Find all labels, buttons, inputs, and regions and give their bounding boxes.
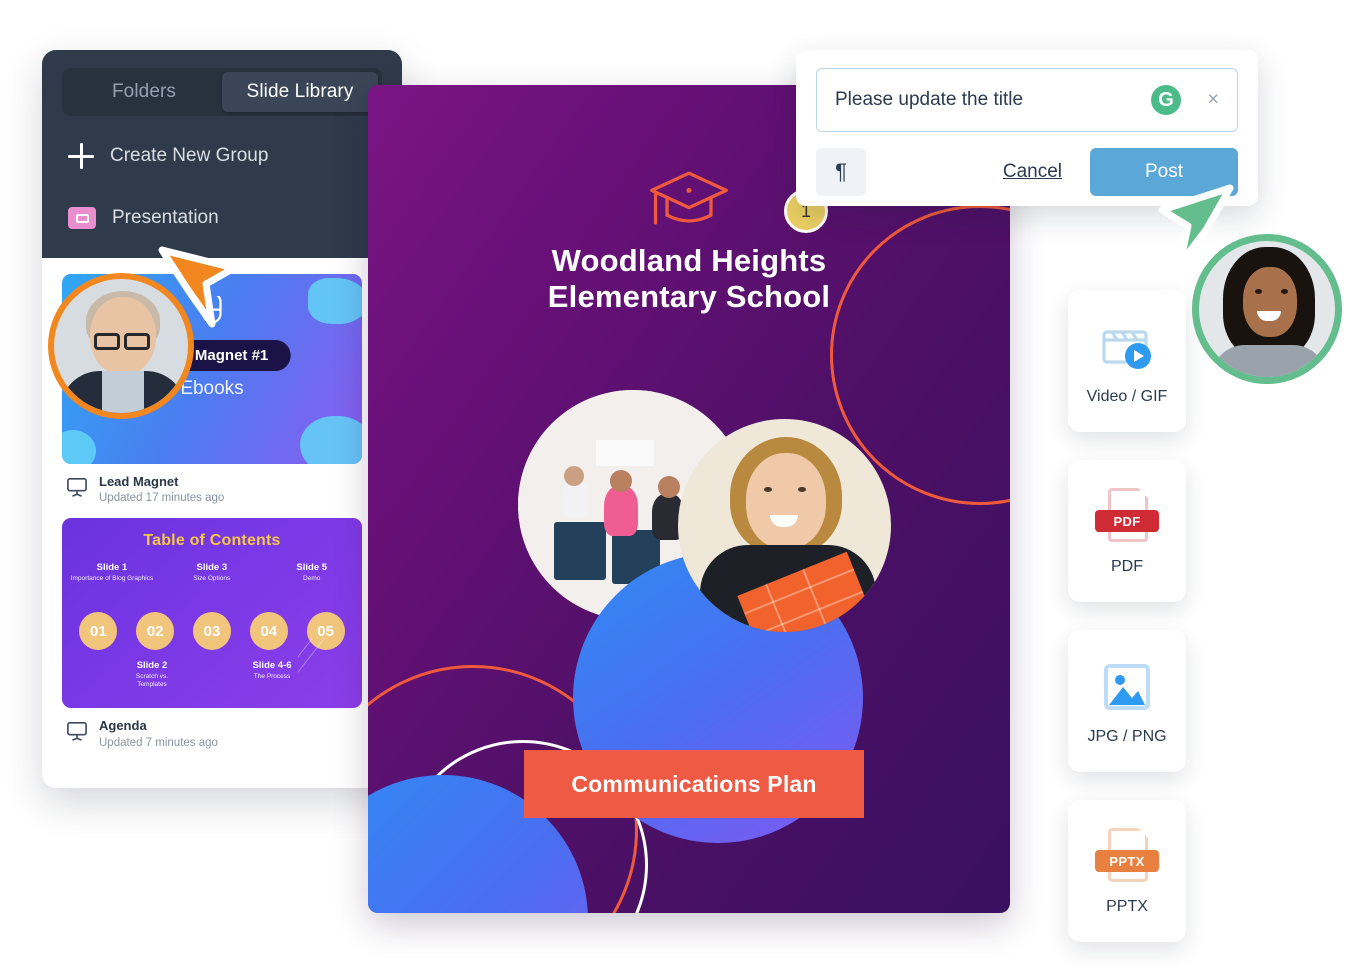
list-item[interactable]: Table of Contents Slide 1 Importance of … <box>62 518 382 749</box>
page-title: Woodland Heights Elementary School <box>368 243 1010 315</box>
slide-thumbnail-agenda[interactable]: Table of Contents Slide 1 Importance of … <box>62 518 362 709</box>
thumbnail-heading: Table of Contents <box>143 532 281 550</box>
export-option-pptx[interactable]: PPTX PPTX <box>1068 800 1186 942</box>
presentation-screen-icon <box>67 478 87 497</box>
close-icon[interactable]: × <box>1207 89 1219 112</box>
toc-number: 04 <box>249 612 288 651</box>
app-screenshot: Folders Slide Library Create New Group P… <box>0 0 1368 976</box>
comment-input-wrapper[interactable]: Please update the title G × <box>816 68 1238 132</box>
orange-cursor-pointer <box>158 246 238 328</box>
slide-card-meta: Lead Magnet Updated 17 minutes ago <box>62 474 382 504</box>
pdf-file-icon: PDF <box>1095 486 1159 548</box>
toc-item-heading: Slide 4-6 <box>252 659 292 671</box>
pilcrow-icon[interactable]: ¶ <box>816 148 866 196</box>
plus-icon <box>68 143 94 169</box>
export-option-video-gif[interactable]: Video / GIF <box>1068 290 1186 432</box>
slide-library-panel: Folders Slide Library Create New Group P… <box>42 50 402 788</box>
image-icon <box>1096 656 1158 718</box>
export-option-pdf[interactable]: PDF PDF <box>1068 460 1186 602</box>
communications-plan-button[interactable]: Communications Plan <box>524 750 864 818</box>
slide-card-title: Agenda <box>99 718 147 734</box>
panel-tab-group: Folders Slide Library <box>62 68 382 116</box>
export-option-label: JPG / PNG <box>1087 728 1167 745</box>
slide-card-title: Lead Magnet <box>99 474 179 489</box>
toc-item-desc: Demo <box>303 575 321 583</box>
toc-item-desc: Importance of Blog Graphics <box>70 575 154 583</box>
graduation-cap-icon <box>650 171 728 225</box>
teacher-portrait <box>678 419 891 632</box>
cancel-button[interactable]: Cancel <box>1003 161 1062 183</box>
pdf-tag: PDF <box>1095 510 1159 532</box>
thumbnail-subtitle: Ebooks <box>180 378 244 399</box>
decorative-blob <box>62 430 96 464</box>
slide-canvas[interactable]: Woodland Heights Elementary School Commu… <box>368 85 1010 913</box>
pptx-tag: PPTX <box>1095 850 1159 872</box>
presentation-screen-icon <box>67 722 87 742</box>
slide-title-line-2: Elementary School <box>547 278 831 314</box>
toc-item-heading: Slide 1 <box>96 562 128 574</box>
export-option-label: Video / GIF <box>1086 388 1168 405</box>
decorative-lines <box>298 638 358 709</box>
create-new-group-button[interactable]: Create New Group <box>62 134 382 178</box>
slide-card-updated: Updated 17 minutes ago <box>99 492 225 505</box>
toc-item-desc: Size Options <box>193 575 231 583</box>
toc-number: 01 <box>79 612 118 651</box>
decorative-blob <box>300 416 362 464</box>
toc-item-heading: Slide 5 <box>296 562 328 574</box>
folder-icon <box>68 207 96 229</box>
export-option-label: PDF <box>1111 558 1143 575</box>
pptx-file-icon: PPTX <box>1095 826 1159 888</box>
toc-item-desc: The Process <box>253 672 291 680</box>
slide-card-updated: Updated 7 minutes ago <box>99 736 218 749</box>
export-option-jpg-png[interactable]: JPG / PNG <box>1068 630 1186 772</box>
create-new-group-label: Create New Group <box>110 145 269 166</box>
export-options-list: Video / GIF PDF PDF JPG / PNG PPTX PPTX <box>1068 290 1186 970</box>
green-cursor-pointer <box>1158 184 1234 268</box>
slide-card-meta: Agenda Updated 7 minutes ago <box>62 718 382 749</box>
toc-item-heading: Slide 3 <box>196 562 228 574</box>
sidebar-header: Folders Slide Library Create New Group P… <box>42 50 402 258</box>
toc-number: 02 <box>136 612 175 651</box>
toc-item-desc: Scratch vs. Templates <box>135 672 169 689</box>
tab-folders[interactable]: Folders <box>66 72 222 112</box>
sidebar-item-label: Presentation <box>112 207 219 228</box>
video-gif-icon <box>1096 316 1158 378</box>
toc-number: 03 <box>192 612 231 651</box>
tab-slide-library[interactable]: Slide Library <box>222 72 378 112</box>
toc-item-heading: Slide 2 <box>136 659 168 671</box>
slide-title-line-1: Woodland Heights <box>551 243 827 278</box>
comment-input[interactable]: Please update the title <box>835 89 1023 111</box>
decorative-blob <box>308 278 362 324</box>
export-option-label: PPTX <box>1106 898 1148 915</box>
sidebar-item-presentation[interactable]: Presentation <box>62 196 382 240</box>
grammarly-icon[interactable]: G <box>1151 85 1181 115</box>
